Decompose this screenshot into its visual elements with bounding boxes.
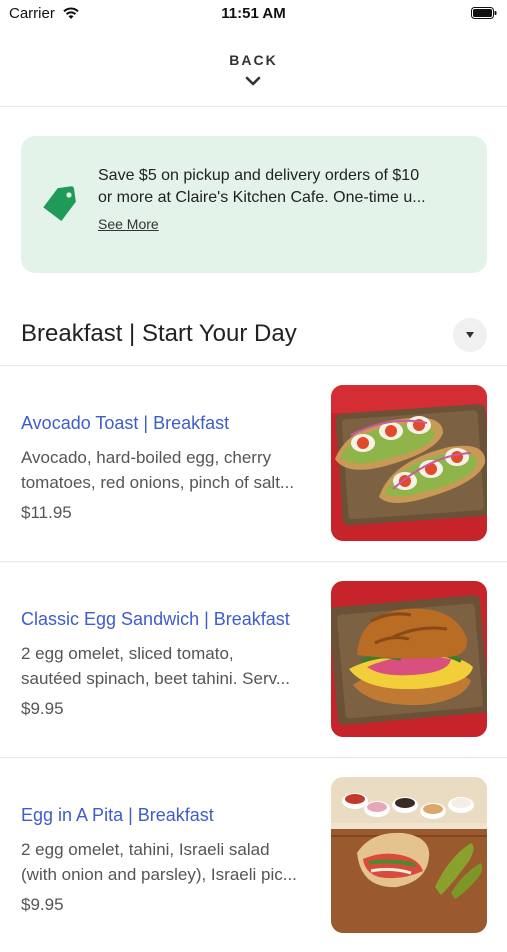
- section-title: Breakfast | Start Your Day: [21, 320, 297, 347]
- item-description-line-2: tomatoes, red onions, pinch of salt...: [21, 473, 295, 492]
- menu-item-classic-egg-sandwich[interactable]: Classic Egg Sandwich | Breakfast 2 egg o…: [0, 561, 507, 756]
- item-description-line-1: Avocado, hard-boiled egg, cherry: [21, 448, 272, 467]
- back-button[interactable]: BACK: [0, 52, 507, 68]
- avocado-toast-photo: [331, 385, 487, 541]
- battery-icon: [471, 7, 497, 19]
- item-name: Avocado Toast | Breakfast: [21, 413, 230, 433]
- see-more-link[interactable]: See More: [98, 216, 159, 232]
- item-description: Avocado, hard-boiled egg, cherry tomatoe…: [21, 445, 313, 495]
- caret-down-icon: [466, 332, 474, 338]
- status-bar: Carrier 11:51 AM: [0, 0, 507, 28]
- item-description: 2 egg omelet, sliced tomato, sautéed spi…: [21, 641, 313, 691]
- promo-line-2: or more at Claire's Kitchen Cafe. One-ti…: [98, 189, 426, 206]
- section-toggle-button[interactable]: [453, 318, 487, 352]
- menu-item-egg-in-a-pita[interactable]: Egg in A Pita | Breakfast 2 egg omelet, …: [0, 757, 507, 952]
- chevron-down-icon[interactable]: [245, 76, 261, 86]
- item-description-line-2: sautéed spinach, beet tahini. Serv...: [21, 669, 291, 688]
- egg-sandwich-photo: [331, 581, 487, 737]
- tag-icon: [43, 186, 76, 221]
- item-price: $11.95: [21, 503, 72, 522]
- item-name: Classic Egg Sandwich | Breakfast: [21, 609, 290, 629]
- item-description-line-1: 2 egg omelet, sliced tomato,: [21, 644, 234, 663]
- item-description: 2 egg omelet, tahini, Israeli salad (wit…: [21, 837, 313, 887]
- item-name: Egg in A Pita | Breakfast: [21, 805, 214, 825]
- item-price: $9.95: [21, 895, 64, 914]
- egg-pita-photo: [331, 777, 487, 933]
- item-description-line-1: 2 egg omelet, tahini, Israeli salad: [21, 840, 270, 859]
- promo-description: Save $5 on pickup and delivery orders of…: [98, 165, 463, 209]
- promo-banner[interactable]: Save $5 on pickup and delivery orders of…: [21, 136, 487, 273]
- item-description-line-2: (with onion and parsley), Israeli pic...: [21, 865, 297, 884]
- menu-item-avocado-toast[interactable]: Avocado Toast | Breakfast Avocado, hard-…: [0, 365, 507, 560]
- status-time: 11:51 AM: [221, 5, 286, 22]
- promo-line-1: Save $5 on pickup and delivery orders of…: [98, 167, 420, 184]
- item-price: $9.95: [21, 699, 64, 718]
